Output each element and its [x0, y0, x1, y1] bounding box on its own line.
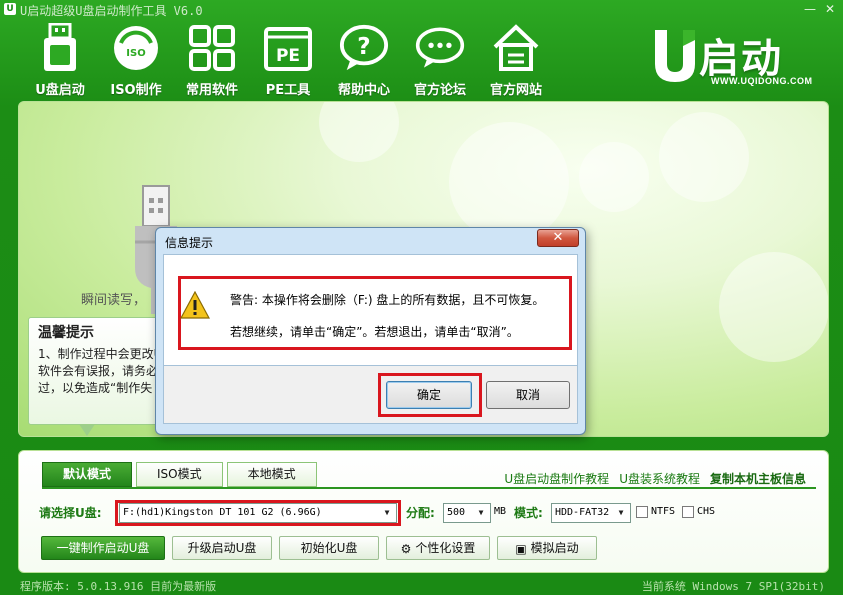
- personalize-button[interactable]: ⚙ 个性化设置: [386, 536, 490, 560]
- status-bar: 程序版本: 5.0.13.916 目前为最新版 当前系统 Windows 7 S…: [0, 575, 843, 595]
- toolbar-usb-boot[interactable]: U盘启动: [22, 20, 98, 98]
- toolbar-label: U盘启动: [35, 83, 85, 98]
- forum-chat-icon: [415, 22, 465, 73]
- help-links: U盘启动盘制作教程 U盘装系统教程 复制本机主板信息: [504, 470, 806, 487]
- tip-pointer: [79, 424, 95, 436]
- brand-logo: 启动 WWW.UQIDONG.COM: [649, 26, 831, 92]
- toolbar-label: ISO制作: [110, 83, 162, 98]
- svg-text:ISO: ISO: [126, 48, 145, 59]
- brand-url: WWW.UQIDONG.COM: [711, 76, 813, 86]
- upgrade-usb-button[interactable]: 升级启动U盘: [172, 536, 272, 560]
- dialog-title: 信息提示: [165, 236, 214, 250]
- ntfs-checkbox[interactable]: [636, 506, 648, 518]
- simulate-label: 模拟启动: [530, 541, 579, 555]
- close-icon[interactable]: ✕: [821, 1, 839, 17]
- select-usb-label: 请选择U盘:: [39, 506, 102, 520]
- dialog-close-button[interactable]: ✕: [537, 229, 579, 247]
- cancel-button[interactable]: 取消: [486, 381, 570, 409]
- window-controls: — ✕: [801, 1, 839, 17]
- init-usb-button[interactable]: 初始化U盘: [279, 536, 379, 560]
- bokeh-decoration: [719, 252, 828, 362]
- ntfs-label: NTFS: [651, 506, 676, 517]
- tab-default-mode[interactable]: 默认模式: [42, 462, 133, 487]
- toolbar-official-site[interactable]: 官方网站: [478, 20, 554, 98]
- brand-u-mark-icon: [655, 30, 695, 82]
- iso-disc-icon: ISO: [111, 22, 161, 73]
- make-boot-usb-button[interactable]: 一键制作启动U盘: [41, 536, 165, 560]
- usb-drive-icon: [35, 22, 85, 73]
- partition-select[interactable]: 500 ▼: [443, 503, 491, 523]
- link-usb-tutorial[interactable]: U盘启动盘制作教程: [504, 470, 609, 487]
- window-title: U启动超级U盘启动制作工具 V6.0: [20, 4, 203, 18]
- simulate-boot-button[interactable]: ▣ 模拟启动: [497, 536, 597, 560]
- toolbar-forum[interactable]: 官方论坛: [402, 20, 478, 98]
- tab-iso-mode[interactable]: ISO模式: [136, 462, 223, 487]
- mode-select[interactable]: HDD-FAT32 ▼: [551, 503, 631, 523]
- minimize-icon[interactable]: —: [801, 1, 819, 17]
- instruction-message: 若想继续，请单击“确定”。若想退出，请单击“取消”。: [230, 325, 519, 339]
- bokeh-decoration: [319, 102, 399, 162]
- link-copy-board-info[interactable]: 复制本机主板信息: [710, 470, 806, 487]
- svg-text:PE: PE: [276, 46, 300, 66]
- monitor-icon: ▣: [515, 541, 527, 556]
- version-status: 程序版本: 5.0.13.916 目前为最新版: [20, 580, 217, 593]
- tab-divider: [42, 487, 816, 489]
- warning-icon: [180, 291, 210, 319]
- tip-title: 温馨提示: [38, 325, 94, 341]
- flash-slogan: 瞬间读写，: [81, 293, 147, 308]
- usb-drive-value: F:(hd1)Kingston DT 101 G2 (6.96G): [123, 507, 322, 518]
- grid-apps-icon: [187, 22, 237, 73]
- chevron-down-icon: ▼: [384, 508, 390, 517]
- toolbar-iso-make[interactable]: ISO ISO制作: [98, 20, 174, 98]
- mode-value: HDD-FAT32: [555, 507, 610, 518]
- bokeh-decoration: [449, 122, 569, 242]
- svg-text:?: ?: [357, 33, 370, 59]
- partition-value: 500: [447, 507, 466, 518]
- app-logo-icon: U: [4, 3, 16, 15]
- pe-box-icon: PE: [263, 22, 313, 73]
- toolbar-help-center[interactable]: ? 帮助中心: [326, 20, 402, 98]
- gear-icon: ⚙: [400, 541, 412, 556]
- help-bubble-icon: ?: [339, 22, 389, 73]
- app-window: U U启动超级U盘启动制作工具 V6.0 — ✕ U盘启动 ISO ISO制作 …: [0, 0, 843, 595]
- chevron-down-icon: ▼: [618, 508, 624, 517]
- personalize-label: 个性化设置: [415, 541, 476, 555]
- toolbar-label: 官方论坛: [413, 83, 466, 98]
- toolbar-label: 常用软件: [185, 83, 238, 98]
- ok-button[interactable]: 确定: [386, 381, 472, 409]
- warning-message: 警告: 本操作将会删除（F:) 盘上的所有数据，且不可恢复。: [230, 293, 545, 307]
- main-toolbar: U盘启动 ISO ISO制作 常用软件 PE PE工具 ? 帮助中心 官方论坛 …: [22, 20, 554, 100]
- tab-local-mode[interactable]: 本地模式: [226, 462, 317, 487]
- control-panel: 默认模式 ISO模式 本地模式 U盘启动盘制作教程 U盘装系统教程 复制本机主板…: [18, 450, 829, 573]
- usb-drive-select[interactable]: F:(hd1)Kingston DT 101 G2 (6.96G) ▼: [119, 503, 397, 523]
- toolbar-label: 官方网站: [489, 83, 542, 98]
- link-install-tutorial[interactable]: U盘装系统教程: [619, 470, 700, 487]
- chs-label: CHS: [697, 506, 716, 517]
- mode-tabs: 默认模式 ISO模式 本地模式: [42, 462, 317, 487]
- bokeh-decoration: [579, 142, 649, 212]
- chevron-down-icon: ▼: [478, 508, 484, 517]
- mode-label: 模式:: [514, 506, 543, 520]
- info-dialog: 信息提示 ✕ 警告: 本操作将会删除（F:) 盘上的所有数据，且不可恢复。 若想…: [155, 227, 586, 435]
- toolbar-pe-tools[interactable]: PE PE工具: [250, 20, 326, 98]
- title-bar: U U启动超级U盘启动制作工具 V6.0 — ✕: [0, 0, 843, 20]
- partition-unit: MB: [494, 506, 507, 517]
- home-icon: [491, 22, 541, 73]
- chs-checkbox[interactable]: [682, 506, 694, 518]
- bokeh-decoration: [659, 112, 749, 202]
- partition-label: 分配:: [406, 506, 435, 520]
- system-status: 当前系统 Windows 7 SP1(32bit): [641, 580, 825, 593]
- dialog-body: 警告: 本操作将会删除（F:) 盘上的所有数据，且不可恢复。 若想继续，请单击“…: [163, 254, 578, 366]
- toolbar-label: PE工具: [265, 83, 311, 98]
- toolbar-common-software[interactable]: 常用软件: [174, 20, 250, 98]
- toolbar-label: 帮助中心: [337, 83, 390, 98]
